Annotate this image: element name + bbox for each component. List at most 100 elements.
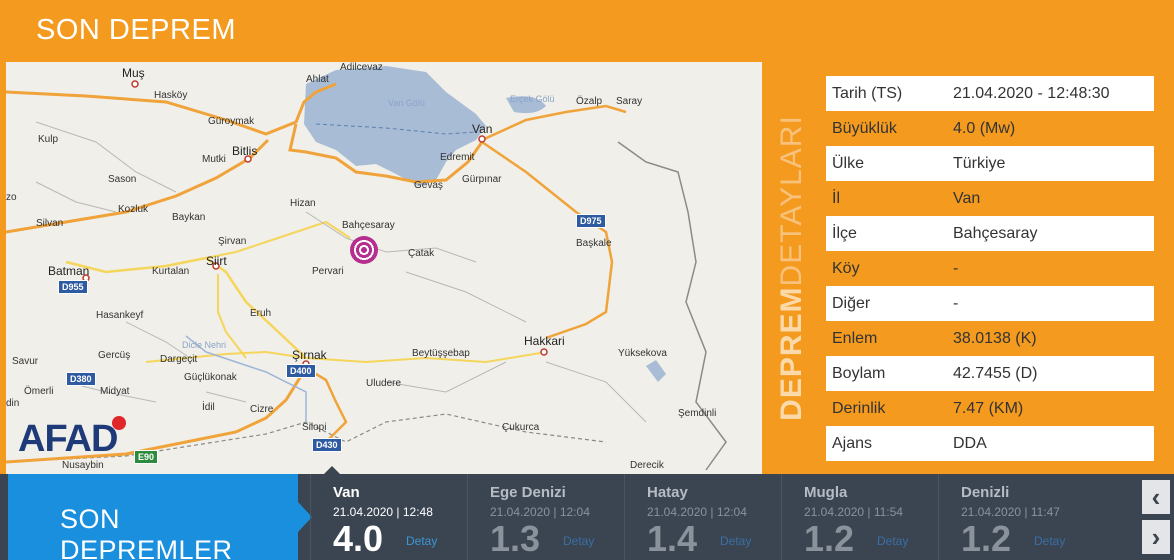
quake-magnitude: 4.0: [333, 518, 384, 559]
detail-value: Bahçesaray: [953, 224, 1038, 242]
map-label-derecik: Derecik: [630, 460, 664, 471]
map-label-uludere: Uludere: [366, 378, 402, 389]
map-label-savur: Savur: [12, 356, 39, 367]
map-label-eruh: Eruh: [250, 308, 272, 319]
map-label-omerli: Ömerli: [24, 386, 54, 397]
map-label-idil: İdil: [202, 402, 215, 413]
detail-value: 42.7455 (D): [953, 364, 1038, 382]
map-label-hizan: Hizan: [290, 198, 316, 209]
detail-value: -: [953, 294, 959, 312]
road-shield-d430: D430: [312, 438, 342, 452]
chevron-left-icon: ‹: [1151, 481, 1161, 512]
detail-value: 7.47 (KM): [953, 399, 1024, 417]
recent-quake-card[interactable]: Denizli 21.04.2020 | 11:47 1.2 Detay: [938, 474, 1094, 560]
map-label-guroymak: Güroymak: [208, 116, 255, 127]
detail-row-depth: Derinlik 7.47 (KM): [826, 391, 1154, 426]
map-label-saray: Saray: [616, 96, 643, 107]
detail-value: Türkiye: [953, 154, 1006, 172]
quake-location: Denizli: [961, 484, 1010, 501]
quake-location: Ege Denizi: [490, 484, 566, 501]
detail-key: Tarih (TS): [832, 84, 903, 102]
map-label-mus: Muş: [122, 66, 145, 80]
map-label-semdinli: Şemdinli: [678, 408, 717, 419]
quake-detail-link[interactable]: Detay: [720, 534, 751, 548]
map-label-adilcevaz: Adilcevaz: [340, 62, 383, 73]
page-title: SON DEPREM: [36, 14, 236, 46]
map-label-gercus: Gercüş: [98, 350, 131, 361]
detail-value: 38.0138 (K): [953, 329, 1037, 347]
map-label-kurtalan: Kurtalan: [152, 266, 190, 277]
detail-row-agency: Ajans DDA: [826, 426, 1154, 461]
recent-quake-card[interactable]: Mugla 21.04.2020 | 11:54 1.2 Detay: [781, 474, 937, 560]
detail-key: İlçe: [832, 224, 857, 242]
detail-row-date: Tarih (TS) 21.04.2020 - 12:48:30: [826, 76, 1154, 111]
quake-location: Mugla: [804, 484, 848, 501]
map-label-mutki: Mutki: [202, 154, 226, 165]
map-label-beytussebap: Beytüşşebap: [412, 348, 470, 359]
recent-quake-card[interactable]: Ege Denizi 21.04.2020 | 12:04 1.3 Detay: [467, 474, 623, 560]
prev-button[interactable]: ‹: [1142, 480, 1170, 514]
map-label-ercek-golu: Erçek Gölü: [510, 94, 555, 104]
quake-detail-link[interactable]: Detay: [406, 534, 437, 548]
map-label-baykan: Baykan: [172, 212, 206, 223]
quake-magnitude: 1.4: [647, 518, 698, 559]
map-label-bitlis: Bitlis: [232, 144, 258, 158]
map-label-ozalp: Özalp: [576, 96, 603, 107]
road-shield-d955: D955: [58, 280, 88, 294]
quake-detail-link[interactable]: Detay: [1034, 534, 1065, 548]
map-label-yuksekova: Yüksekova: [618, 348, 667, 359]
recent-earthquakes-header: SON DEPREMLER: [8, 474, 298, 560]
quake-time: 21.04.2020 | 12:48: [333, 505, 433, 519]
recent-quake-card[interactable]: Van 21.04.2020 | 12:48 4.0 Detay: [310, 474, 466, 560]
header: SON DEPREM: [0, 0, 1174, 62]
map-label-gurpinar: Gürpınar: [462, 174, 502, 185]
map-label-ahlat: Ahlat: [306, 74, 329, 85]
detail-row-longitude: Boylam 42.7455 (D): [826, 356, 1154, 391]
details-title-light: DETAYLARI: [775, 115, 808, 287]
detail-key: Ajans: [832, 434, 873, 452]
next-button[interactable]: ›: [1142, 520, 1170, 554]
earthquake-details-table: Tarih (TS) 21.04.2020 - 12:48:30 Büyüklük…: [826, 76, 1154, 461]
chevron-right-icon: ›: [1151, 521, 1161, 552]
quake-time: 21.04.2020 | 11:54: [804, 505, 903, 519]
earthquake-map[interactable]: Muş Ahlat Adilcevaz Hasköy Kulp Güroymak…: [6, 62, 762, 474]
quake-magnitude: 1.3: [490, 518, 541, 559]
quake-time: 21.04.2020 | 12:04: [490, 505, 590, 519]
details-title-bold: DEPREM: [775, 286, 808, 421]
quake-time: 21.04.2020 | 11:47: [961, 505, 1060, 519]
map-label-guclukonak: Güçlükonak: [184, 372, 237, 383]
earthquake-epicenter-marker[interactable]: [350, 236, 378, 264]
detail-key: İl: [832, 189, 840, 207]
map-label-sason: Sason: [108, 174, 137, 185]
detail-key: Diğer: [832, 294, 871, 312]
quake-detail-link[interactable]: Detay: [877, 534, 908, 548]
map-label-dicle: Dicle Nehri: [182, 340, 227, 350]
map-label-siirt: Siirt: [206, 254, 227, 268]
detail-key: Boylam: [832, 364, 886, 382]
map-label-kozluk: Kozluk: [118, 204, 149, 215]
road-shield-d380: D380: [66, 372, 96, 386]
quake-detail-link[interactable]: Detay: [563, 534, 594, 548]
quake-location: Van: [333, 484, 360, 501]
map-label-bahcesaray: Bahçesaray: [342, 220, 395, 231]
detail-value: 4.0 (Mw): [953, 119, 1016, 137]
map-label-silvan: Silvan: [36, 218, 64, 229]
recent-quake-card[interactable]: Hatay 21.04.2020 | 12:04 1.4 Detay: [624, 474, 780, 560]
map-label-pervari: Pervari: [312, 266, 344, 277]
detail-value: 21.04.2020 - 12:48:30: [953, 84, 1110, 102]
map-label-gevas: Gevaş: [414, 180, 443, 191]
map-label-din: din: [6, 398, 20, 409]
detail-key: Ülke: [832, 154, 865, 172]
map-label-catak: Çatak: [408, 248, 435, 259]
map-label-haskoy: Hasköy: [154, 90, 188, 101]
map-label-midyat: Midyat: [100, 386, 130, 397]
road-shield-d400: D400: [286, 364, 316, 378]
map-label-nusaybin: Nusaybin: [62, 460, 104, 471]
detail-key: Enlem: [832, 329, 878, 347]
detail-value: DDA: [953, 434, 987, 452]
road-shield-d975: D975: [576, 214, 606, 228]
map-label-sirvan: Şirvan: [218, 236, 247, 247]
afad-logo: AFAD: [18, 418, 118, 460]
map-label-cukurca: Çukurca: [502, 422, 540, 433]
map-label-zo: zo: [6, 192, 17, 203]
